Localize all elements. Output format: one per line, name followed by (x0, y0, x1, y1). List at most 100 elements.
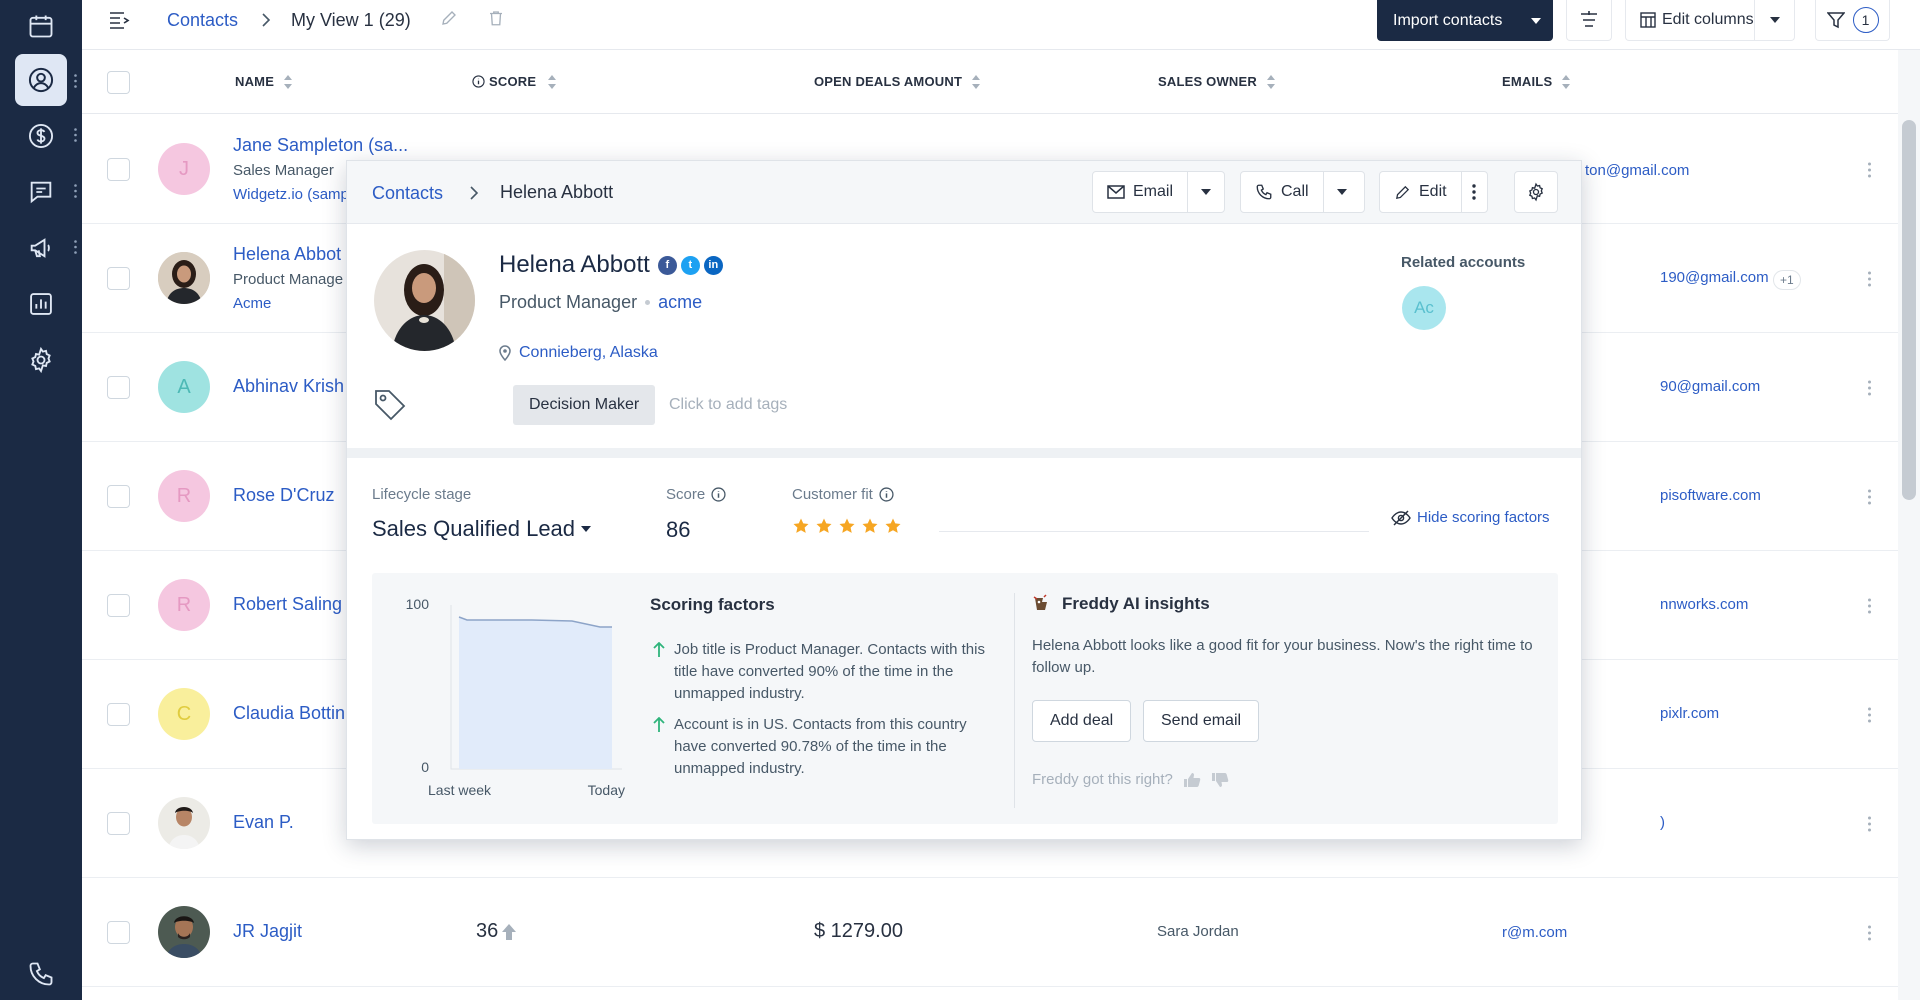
more-actions-icon[interactable] (1460, 172, 1487, 212)
row-more-icon[interactable] (1867, 925, 1872, 941)
row-more-icon[interactable] (1867, 598, 1872, 614)
filter-button[interactable]: 1 (1815, 0, 1890, 41)
facebook-icon[interactable]: f (657, 255, 677, 275)
chevron-down-icon[interactable] (1519, 0, 1553, 41)
row-checkbox[interactable] (107, 703, 130, 726)
table-row[interactable]: JR Jagjit 36 $ 1279.00 Sara Jordan r@m.c… (82, 878, 1898, 987)
chart-x-end-label: Today (588, 782, 625, 798)
arrow-up-icon (653, 642, 665, 657)
delete-view-icon[interactable] (487, 8, 505, 28)
contact-name-link[interactable]: JR Jagjit (233, 921, 302, 942)
row-checkbox[interactable] (107, 812, 130, 835)
col-open-deals[interactable]: OPEN DEALS AMOUNT (814, 74, 981, 89)
thumbs-down-icon[interactable] (1211, 772, 1229, 788)
contact-name-text: Helena Abbott (499, 251, 650, 278)
row-more-icon[interactable] (1867, 707, 1872, 723)
row-checkbox[interactable] (107, 594, 130, 617)
col-sales-owner[interactable]: SALES OWNER (1158, 74, 1275, 89)
contact-name-link[interactable]: Claudia Bottin (233, 703, 345, 724)
contact-company-link[interactable]: acme (658, 292, 702, 313)
twitter-icon[interactable]: t (680, 255, 700, 275)
contact-company-link[interactable]: Widgetz.io (samp (233, 186, 349, 203)
card-breadcrumb-contacts[interactable]: Contacts (372, 183, 443, 204)
rail-settings[interactable] (0, 334, 82, 386)
call-button[interactable]: Call (1241, 172, 1323, 212)
scoring-factors-panel: 100 0 Last week Today Scoring factors Jo… (372, 573, 1558, 824)
hide-scoring-factors-text: Hide scoring factors (1417, 509, 1550, 526)
select-all-checkbox[interactable] (107, 71, 130, 94)
rail-calendar[interactable] (0, 0, 82, 52)
row-checkbox[interactable] (107, 376, 130, 399)
contact-name-link[interactable]: Abhinav Krish (233, 376, 344, 397)
breadcrumb-contacts[interactable]: Contacts (167, 10, 238, 31)
phone-icon (1256, 184, 1272, 200)
email-button[interactable]: Email (1093, 172, 1187, 212)
row-checkbox[interactable] (107, 921, 130, 944)
more-emails-badge[interactable]: +1 (1773, 270, 1801, 290)
scrollbar[interactable] (1898, 50, 1920, 1000)
contact-email[interactable]: pisoftware.com (1660, 487, 1761, 504)
contact-email[interactable]: 190@gmail.com (1660, 269, 1769, 286)
contact-email[interactable]: r@m.com (1502, 924, 1567, 941)
info-icon[interactable] (711, 487, 726, 502)
chevron-down-icon[interactable] (1187, 172, 1224, 212)
call-button-label: Call (1281, 183, 1309, 200)
rail-phone[interactable] (0, 948, 82, 1000)
contact-location[interactable]: Connieberg, Alaska (499, 344, 658, 362)
tag-chip[interactable]: Decision Maker (513, 385, 656, 425)
collapse-menu-button[interactable] (106, 0, 132, 40)
thumbs-up-icon[interactable] (1183, 772, 1201, 788)
open-deals-amount: $ 1279.00 (814, 920, 903, 942)
chevron-down-icon[interactable] (1322, 172, 1361, 212)
row-more-icon[interactable] (1867, 380, 1872, 396)
contact-name-link[interactable]: Robert Saling (233, 594, 342, 615)
lifecycle-stage-dropdown[interactable]: Sales Qualified Lead (372, 516, 592, 542)
edit-view-icon[interactable] (440, 9, 458, 27)
info-icon[interactable] (879, 487, 894, 502)
related-account-avatar[interactable]: Ac (1402, 286, 1446, 330)
contact-email[interactable]: ) (1660, 814, 1665, 831)
chevron-down-icon[interactable] (1754, 0, 1794, 40)
row-checkbox[interactable] (107, 158, 130, 181)
sort-button[interactable] (1566, 0, 1612, 41)
row-checkbox[interactable] (107, 267, 130, 290)
row-checkbox[interactable] (107, 485, 130, 508)
scoring-divider-line (939, 531, 1369, 532)
customer-fit-stars (792, 517, 902, 535)
score-label: Score (666, 486, 726, 503)
hide-scoring-factors-link[interactable]: Hide scoring factors (1391, 509, 1550, 526)
edit-columns-button[interactable]: Edit columns (1625, 0, 1795, 41)
import-contacts-button[interactable]: Import contacts (1377, 0, 1553, 41)
contact-email[interactable]: 90@gmail.com (1660, 378, 1760, 395)
contact-company-link[interactable]: Acme (233, 295, 271, 312)
rail-deals[interactable] (0, 110, 82, 162)
row-more-icon[interactable] (1867, 816, 1872, 832)
send-email-button[interactable]: Send email (1143, 700, 1260, 742)
contact-name-link[interactable]: Evan P. (233, 812, 294, 833)
edit-button[interactable]: Edit (1380, 172, 1461, 212)
add-deal-button[interactable]: Add deal (1032, 700, 1132, 742)
contact-name-link[interactable]: Helena Abbot (233, 244, 341, 265)
scrollbar-thumb[interactable] (1902, 120, 1916, 500)
add-tag-input[interactable]: Click to add tags (669, 396, 787, 414)
card-settings-button[interactable] (1514, 171, 1558, 213)
edit-button-label: Edit (1419, 183, 1447, 200)
rail-conversations[interactable] (0, 166, 82, 218)
col-emails[interactable]: EMAILS (1502, 74, 1571, 89)
contact-email[interactable]: nnworks.com (1660, 596, 1748, 613)
rail-campaigns[interactable] (0, 222, 82, 274)
row-more-icon[interactable] (1867, 162, 1872, 178)
linkedin-icon[interactable]: in (703, 255, 723, 275)
col-name[interactable]: NAME (235, 74, 293, 89)
rail-reports[interactable] (0, 278, 82, 330)
row-more-icon[interactable] (1867, 489, 1872, 505)
contact-name-link[interactable]: Rose D'Cruz (233, 485, 334, 506)
calendar-icon (15, 0, 67, 52)
contact-name-link[interactable]: Jane Sampleton (sa... (233, 135, 408, 156)
row-more-icon[interactable] (1867, 271, 1872, 287)
rail-contacts[interactable] (0, 54, 82, 106)
contact-email[interactable]: pixlr.com (1660, 705, 1719, 722)
dollar-icon (15, 110, 67, 162)
contact-email[interactable]: ton@gmail.com (1585, 162, 1689, 179)
col-score[interactable]: SCORE (472, 74, 557, 89)
